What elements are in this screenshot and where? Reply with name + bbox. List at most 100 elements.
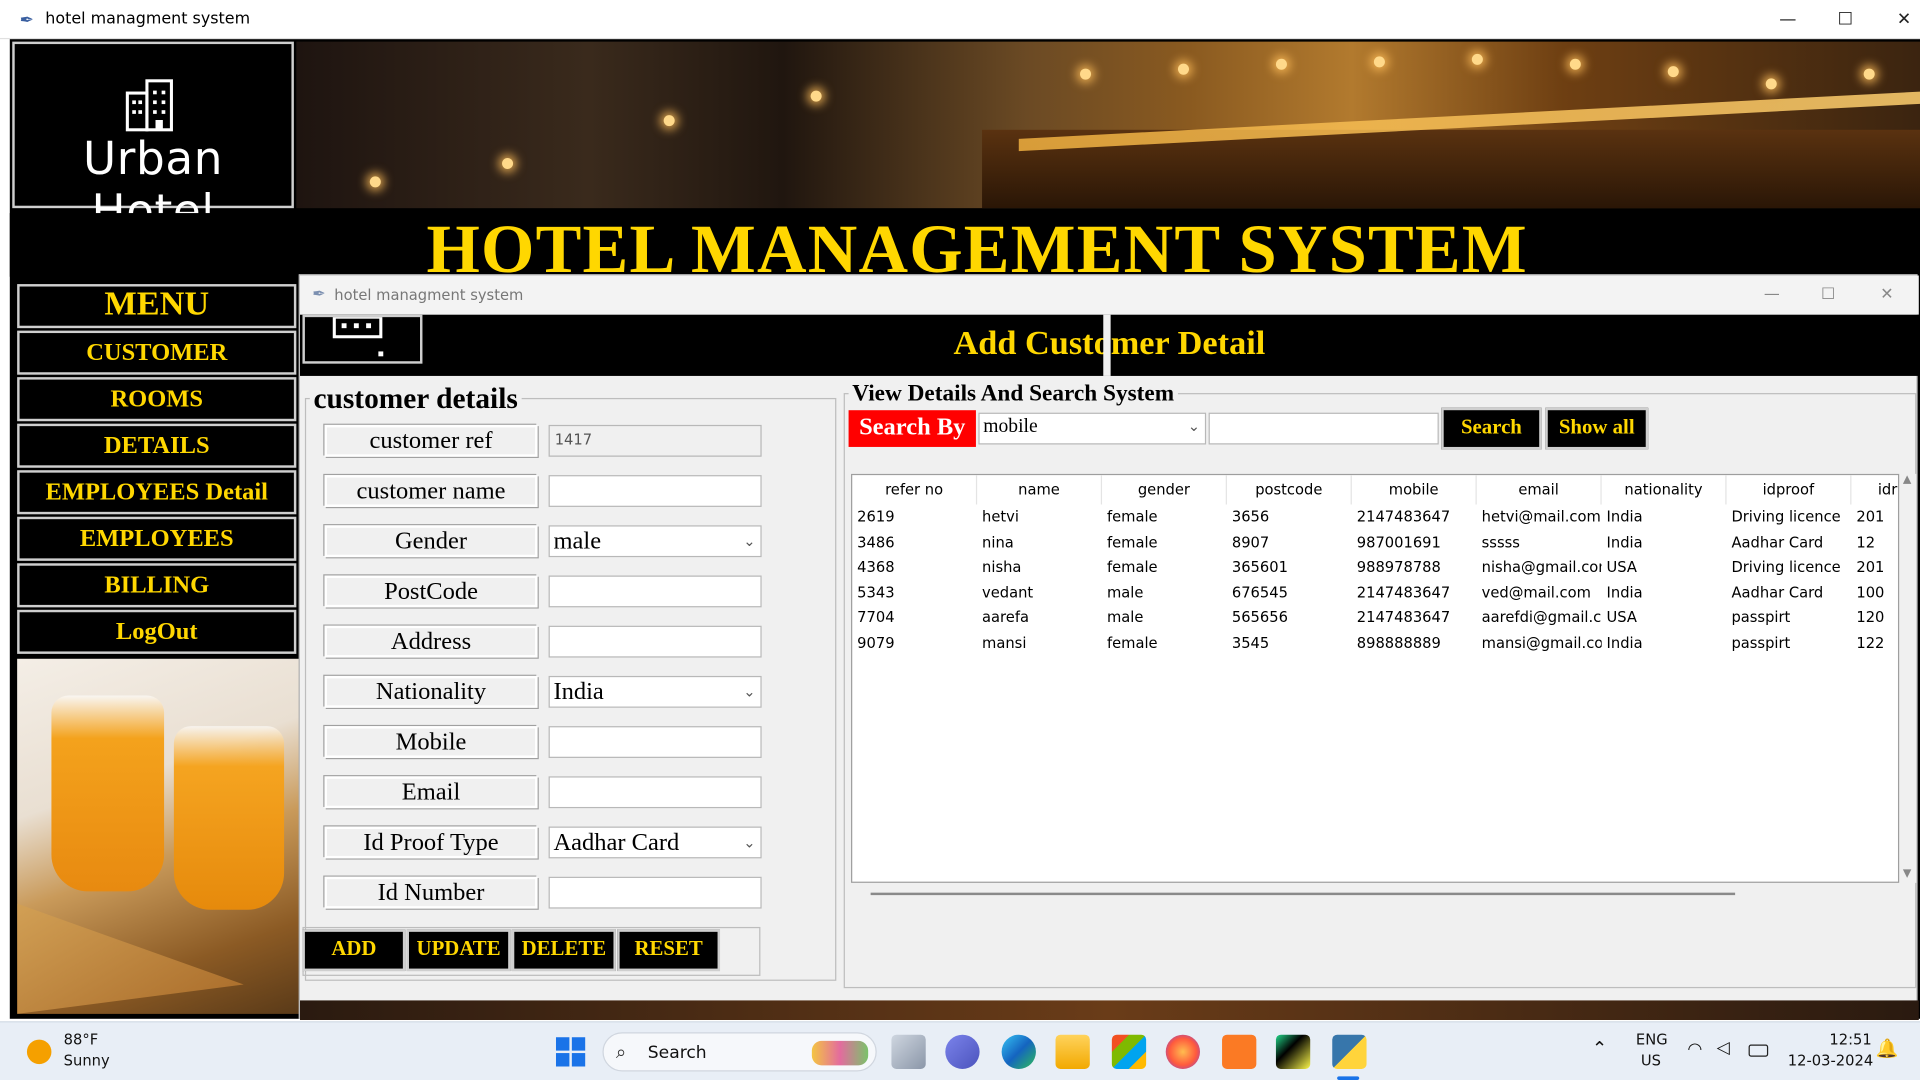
chevron-down-icon: ⌄ bbox=[743, 683, 756, 701]
store-icon[interactable] bbox=[1111, 1034, 1147, 1069]
weather-temp[interactable]: 88°F bbox=[64, 1031, 98, 1048]
notification-bell-icon[interactable]: 🔔 bbox=[1876, 1037, 1899, 1059]
horizontal-scrollbar[interactable] bbox=[870, 892, 1736, 896]
menu-logout-button[interactable]: LogOut bbox=[17, 609, 297, 654]
minimize-icon[interactable]: — bbox=[1776, 7, 1800, 31]
table-header[interactable]: mobile bbox=[1352, 475, 1477, 505]
reset-button[interactable]: RESET bbox=[617, 929, 721, 972]
food-image bbox=[17, 658, 299, 1014]
table-row[interactable]: 3486 nina female 8907 987001691 sssss India Aad… bbox=[852, 530, 1898, 554]
table-header[interactable]: email bbox=[1477, 475, 1602, 505]
gender-label: Gender bbox=[324, 525, 538, 558]
table-cell: nisha bbox=[982, 558, 1022, 576]
add-button[interactable]: ADD bbox=[302, 929, 406, 972]
address-field[interactable] bbox=[548, 625, 762, 658]
search-button[interactable]: Search bbox=[1441, 407, 1542, 450]
windows-start-icon[interactable] bbox=[555, 1037, 586, 1067]
table-cell: 120 bbox=[1856, 608, 1885, 626]
weather-sun-icon[interactable] bbox=[26, 1039, 52, 1065]
table-cell: Driving licence bbox=[1731, 558, 1841, 576]
maximize-icon[interactable]: ☐ bbox=[1833, 7, 1857, 31]
table-cell: ved@mail.com bbox=[1481, 583, 1591, 601]
clock-time[interactable]: 12:51 bbox=[1829, 1031, 1871, 1048]
id-proof-type-select[interactable]: Aadhar Card ⌄ bbox=[548, 826, 762, 859]
delete-button[interactable]: DELETE bbox=[511, 929, 616, 972]
menu-rooms-button[interactable]: ROOMS bbox=[17, 377, 297, 422]
task-view-icon[interactable] bbox=[891, 1034, 926, 1069]
id-number-field[interactable] bbox=[548, 876, 762, 909]
table-row[interactable]: 9079 mansi female 3545 898888889 mansi@gmail.… bbox=[852, 630, 1898, 654]
table-cell: 3545 bbox=[1231, 633, 1270, 651]
menu-details-button[interactable]: DETAILS bbox=[17, 423, 297, 468]
show-all-button[interactable]: Show all bbox=[1545, 407, 1649, 450]
table-cell: 2147483647 bbox=[1356, 508, 1451, 526]
customer-name-field[interactable] bbox=[548, 475, 762, 507]
customer-ref-field[interactable]: 1417 bbox=[548, 424, 762, 457]
nationality-select[interactable]: India ⌄ bbox=[548, 675, 762, 708]
table-cell: nisha@gmail.con bbox=[1481, 558, 1602, 576]
minimize-icon[interactable]: — bbox=[1760, 283, 1784, 307]
table-header[interactable]: refer no bbox=[852, 475, 978, 505]
menu-employees-detail-button[interactable]: EMPLOYEES Detail bbox=[17, 470, 297, 515]
table-header[interactable]: gender bbox=[1102, 475, 1227, 505]
building-icon bbox=[125, 79, 173, 132]
table-cell: 8907 bbox=[1231, 533, 1270, 551]
volume-icon[interactable]: ◁ bbox=[1717, 1038, 1730, 1058]
table-cell: passpirt bbox=[1731, 608, 1791, 626]
search-input[interactable] bbox=[1208, 412, 1439, 445]
python-icon[interactable] bbox=[1332, 1034, 1367, 1069]
search-icon: ⌕ bbox=[615, 1040, 627, 1063]
lamp bbox=[1667, 66, 1679, 78]
file-explorer-icon[interactable] bbox=[1055, 1034, 1090, 1069]
teams-icon[interactable] bbox=[945, 1034, 980, 1069]
table-row[interactable]: 7704 aarefa male 565656 2147483647 aarefdi@gm… bbox=[852, 605, 1898, 629]
table-row[interactable]: 5343 vedant male 676545 2147483647 ved@mail.c… bbox=[852, 580, 1898, 604]
table-header[interactable]: postcode bbox=[1227, 475, 1352, 505]
xampp-icon[interactable] bbox=[1222, 1034, 1257, 1069]
menu-customer-button[interactable]: CUSTOMER bbox=[17, 330, 297, 375]
table-header[interactable]: nationality bbox=[1602, 475, 1727, 505]
table-cell: mansi bbox=[982, 633, 1027, 651]
taskbar-search[interactable]: ⌕ Search bbox=[602, 1032, 877, 1072]
table-header[interactable]: name bbox=[977, 475, 1103, 505]
language-line2[interactable]: US bbox=[1641, 1052, 1661, 1069]
menu-billing-button[interactable]: BILLING bbox=[17, 563, 297, 608]
table-cell: aarefa bbox=[982, 608, 1030, 626]
table-cell: 676545 bbox=[1231, 583, 1288, 601]
lamp bbox=[1765, 78, 1777, 90]
table-cell: mansi@gmail.coi bbox=[1481, 633, 1602, 651]
edge-icon[interactable] bbox=[1001, 1034, 1036, 1069]
search-field-select[interactable]: mobile ⌄ bbox=[978, 412, 1207, 445]
postcode-field[interactable] bbox=[548, 575, 762, 608]
scroll-up-icon[interactable]: ▲ bbox=[1903, 474, 1911, 486]
email-field[interactable] bbox=[548, 776, 762, 809]
language-line1[interactable]: ENG bbox=[1636, 1031, 1668, 1048]
pycharm-icon[interactable] bbox=[1275, 1034, 1311, 1069]
screen: ✒ hotel managment system — ☐ ✕ Urban Hot… bbox=[0, 0, 1920, 1080]
table-header[interactable]: idproof bbox=[1727, 475, 1852, 505]
close-icon[interactable]: ✕ bbox=[1875, 283, 1899, 307]
scroll-down-icon[interactable]: ▼ bbox=[1903, 868, 1911, 880]
close-icon[interactable]: ✕ bbox=[1892, 7, 1916, 31]
maximize-icon[interactable]: ☐ bbox=[1816, 283, 1840, 307]
table-header[interactable]: idr bbox=[1851, 475, 1898, 504]
nationality-value: India bbox=[553, 678, 604, 706]
battery-icon[interactable] bbox=[1748, 1044, 1769, 1057]
wifi-icon[interactable]: ◠ bbox=[1687, 1040, 1702, 1060]
child-window-title: hotel managment system bbox=[334, 286, 524, 304]
lamp bbox=[663, 115, 675, 127]
table-row[interactable]: 4368 nisha female 365601 988978788 nisha@gmai… bbox=[852, 555, 1898, 579]
mobile-field[interactable] bbox=[548, 726, 762, 758]
table-cell: India bbox=[1606, 533, 1643, 551]
clock-date[interactable]: 12-03-2024 bbox=[1788, 1052, 1873, 1069]
gender-select[interactable]: male ⌄ bbox=[548, 525, 762, 558]
weather-desc[interactable]: Sunny bbox=[64, 1052, 110, 1069]
update-button[interactable]: UPDATE bbox=[406, 929, 511, 972]
firefox-icon[interactable] bbox=[1165, 1034, 1201, 1069]
menu-employees-button[interactable]: EMPLOYEES bbox=[17, 516, 297, 561]
chevron-up-icon[interactable]: ⌃ bbox=[1592, 1037, 1607, 1059]
vertical-scrollbar[interactable]: ▲ ▼ bbox=[1901, 473, 1917, 883]
chevron-down-icon: ⌄ bbox=[743, 833, 756, 852]
table-row[interactable]: 2619 hetvi female 3656 2147483647 hetvi@mail.… bbox=[852, 504, 1898, 528]
customer-details-title: customer details bbox=[309, 383, 522, 417]
